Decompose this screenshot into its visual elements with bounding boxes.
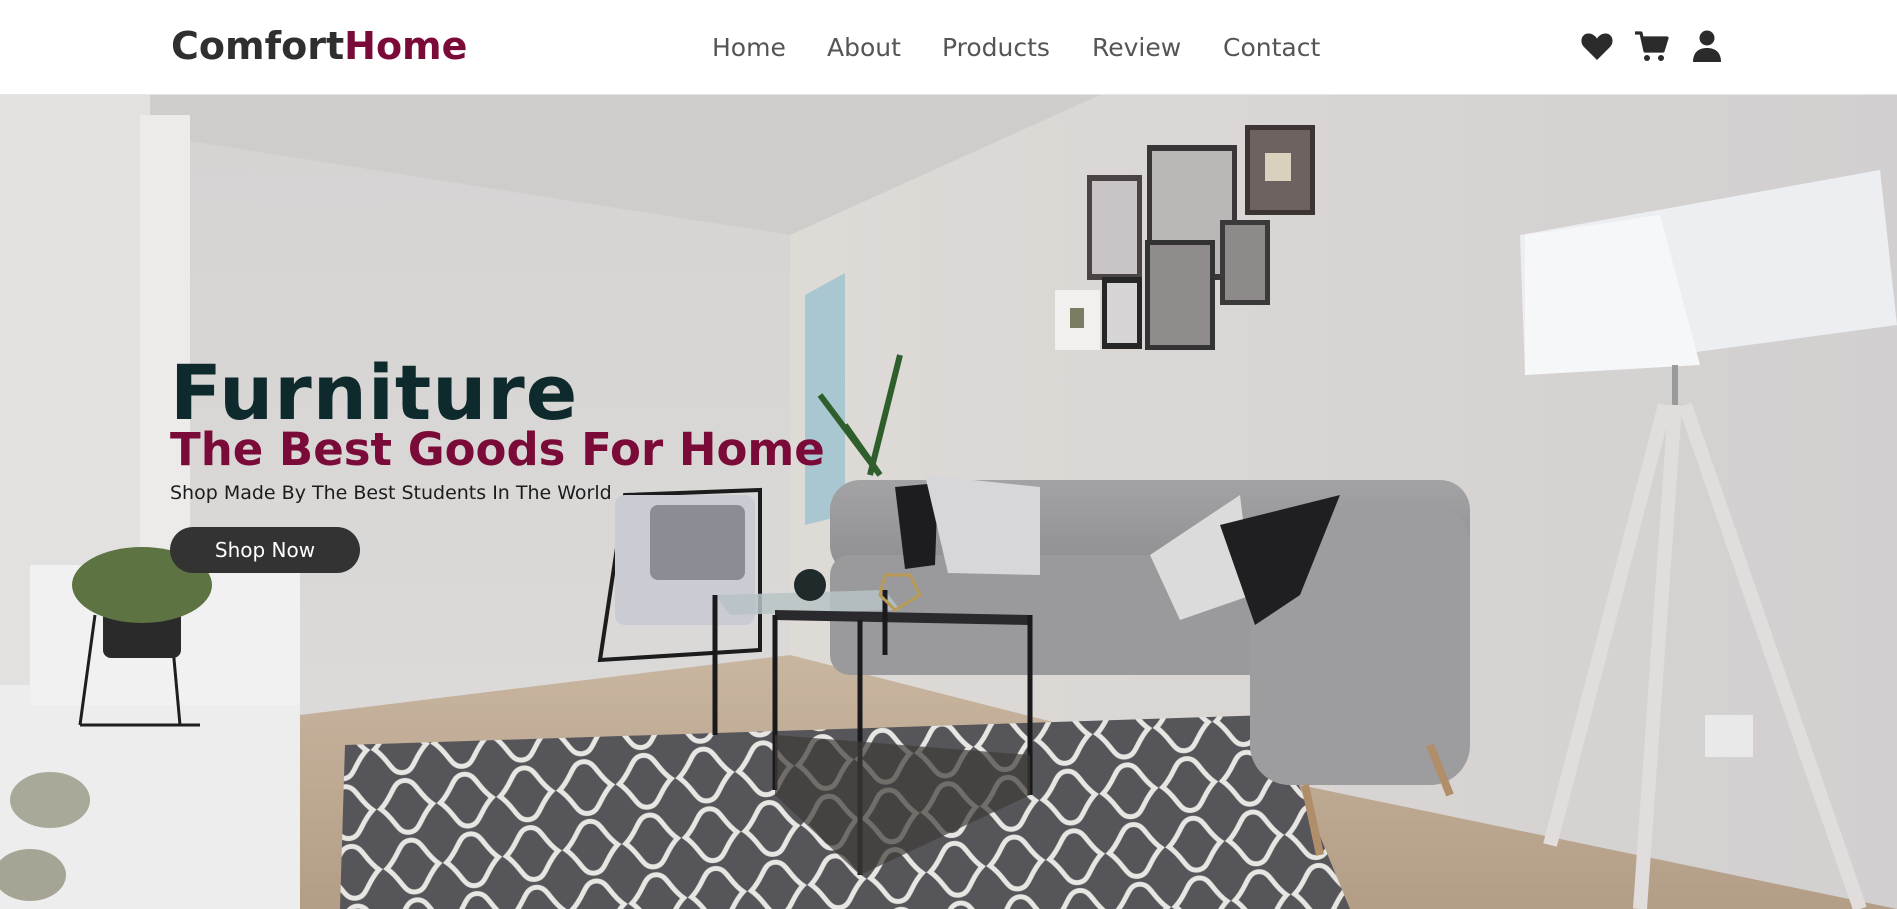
- nav-link-review[interactable]: Review: [1092, 30, 1181, 66]
- hero-title: Furniture: [170, 348, 579, 437]
- brand-name-part1: Comfort: [171, 24, 345, 68]
- heart-icon[interactable]: [1579, 28, 1615, 64]
- site-header: ComfortHome Home About Products Review C…: [0, 0, 1897, 95]
- shopping-cart-icon[interactable]: [1634, 28, 1670, 64]
- hero-section: Furniture The Best Goods For Home Shop M…: [0, 95, 1897, 909]
- brand-name-part2: Home: [344, 24, 468, 68]
- nav-link-about[interactable]: About: [827, 30, 901, 66]
- hero-tagline: Shop Made By The Best Students In The Wo…: [170, 482, 612, 504]
- hero-content: Furniture The Best Goods For Home Shop M…: [170, 353, 825, 573]
- header-icons: [1579, 28, 1729, 68]
- nav-link-products[interactable]: Products: [942, 30, 1050, 66]
- nav-link-home[interactable]: Home: [712, 30, 786, 66]
- shop-now-button[interactable]: Shop Now: [170, 527, 360, 573]
- brand-logo[interactable]: ComfortHome: [171, 22, 467, 70]
- hero-subtitle: The Best Goods For Home: [170, 423, 825, 476]
- nav-link-contact[interactable]: Contact: [1223, 30, 1320, 66]
- user-icon[interactable]: [1689, 28, 1725, 64]
